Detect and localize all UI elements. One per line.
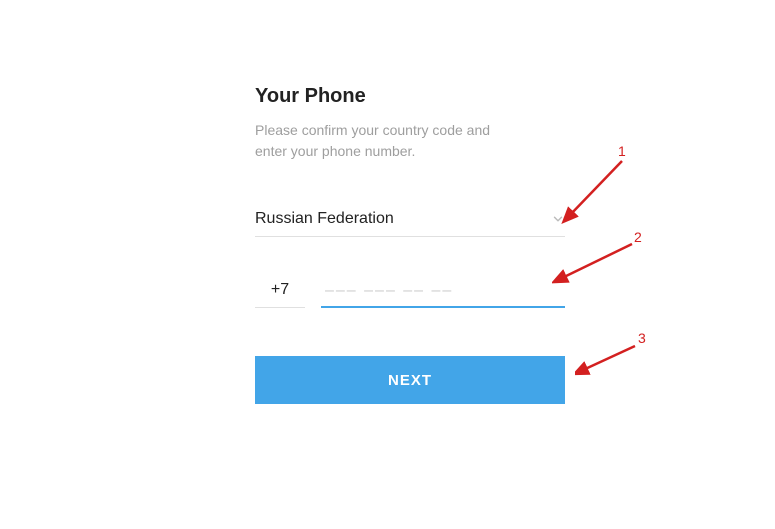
annotation-3-arrow — [575, 342, 645, 380]
annotation-3-label: 3 — [638, 330, 646, 346]
page-subtitle: Please confirm your country code and ent… — [255, 120, 515, 162]
phone-login-form: Your Phone Please confirm your country c… — [255, 85, 565, 404]
annotation-2-arrow — [552, 240, 642, 290]
phone-input-row — [255, 277, 565, 308]
chevron-down-icon — [551, 212, 565, 226]
annotation-2-label: 2 — [634, 229, 642, 245]
country-name: Russian Federation — [255, 210, 394, 228]
next-button[interactable]: NEXT — [255, 356, 565, 404]
annotation-1-label: 1 — [618, 143, 626, 159]
phone-number-input[interactable] — [321, 277, 565, 308]
country-select[interactable]: Russian Federation — [255, 210, 565, 237]
country-code-input[interactable] — [255, 277, 305, 308]
page-title: Your Phone — [255, 85, 565, 108]
annotation-1-arrow — [560, 155, 630, 227]
